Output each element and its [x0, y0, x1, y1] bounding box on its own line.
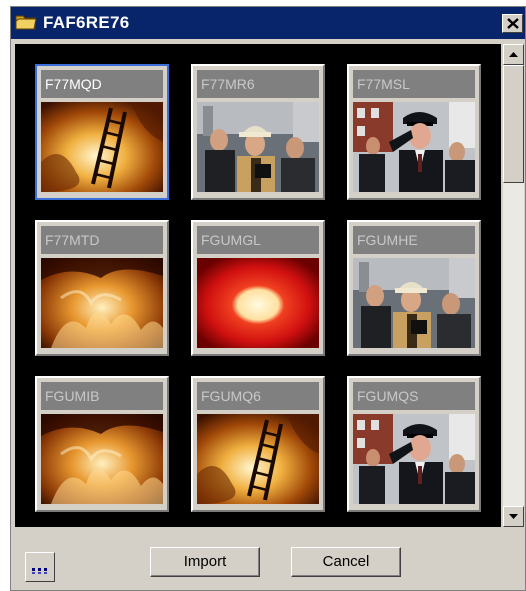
thumbnail-label: FGUMHE [353, 226, 475, 254]
thumbnail-item[interactable]: F77MSL [347, 64, 481, 200]
thumbnail-label: FGUMGL [197, 226, 319, 254]
thumbnail-label: FGUMQ6 [197, 382, 319, 410]
thumbnail-image [353, 414, 475, 504]
thumbnail-image [353, 258, 475, 348]
thumbnail-label: FGUMIB [41, 382, 163, 410]
thumbnail-item[interactable]: FGUMIB [35, 376, 169, 512]
thumbnail-item[interactable]: FGUMQS [347, 376, 481, 512]
thumbnail-item[interactable]: FGUMGL [191, 220, 325, 356]
thumbnail-label: F77MSL [353, 70, 475, 98]
thumbnail-item[interactable]: F77MR6 [191, 64, 325, 200]
thumbnail-image [41, 102, 163, 192]
cancel-button[interactable]: Cancel [291, 547, 401, 577]
thumbnail-item[interactable]: F77MQD [35, 64, 169, 200]
close-button[interactable] [502, 14, 523, 33]
scroll-down-button[interactable] [503, 506, 524, 527]
thumbnail-item[interactable]: FGUMHE [347, 220, 481, 356]
thumbnail-image [197, 258, 319, 348]
thumbnail-item[interactable]: F77MTD [35, 220, 169, 356]
scroll-thumb[interactable] [503, 65, 524, 183]
arrow-down-icon [509, 514, 518, 519]
folder-icon [15, 13, 37, 31]
close-icon [507, 18, 519, 29]
thumbnail-label: F77MR6 [197, 70, 319, 98]
scroll-up-button[interactable] [503, 44, 524, 65]
thumbnail-item[interactable]: FGUMQ6 [191, 376, 325, 512]
import-button[interactable]: Import [150, 547, 260, 577]
thumbnail-image [41, 258, 163, 348]
ellipsis-icon [32, 568, 47, 574]
thumbnail-image [41, 414, 163, 504]
thumbnail-label: F77MTD [41, 226, 163, 254]
thumbnail-image [197, 102, 319, 192]
thumbnail-grid[interactable]: F77MQD F77MR6 F77MSL F77MTD FGUMGL FGUMHE FGUM… [15, 44, 501, 527]
options-button[interactable] [25, 552, 55, 582]
window-title: FAF6RE76 [43, 13, 130, 32]
thumbnail-label: FGUMQS [353, 382, 475, 410]
thumbnail-label: F77MQD [41, 70, 163, 98]
thumbnail-image [197, 414, 319, 504]
dialog-window: FAF6RE76 F77MQD F77MR6 F77MSL F77MTD FGUMGL F… [10, 6, 526, 591]
vertical-scrollbar[interactable] [503, 44, 524, 527]
title-bar[interactable]: FAF6RE76 [11, 7, 525, 39]
arrow-up-icon [509, 52, 518, 57]
thumbnail-image [353, 102, 475, 192]
